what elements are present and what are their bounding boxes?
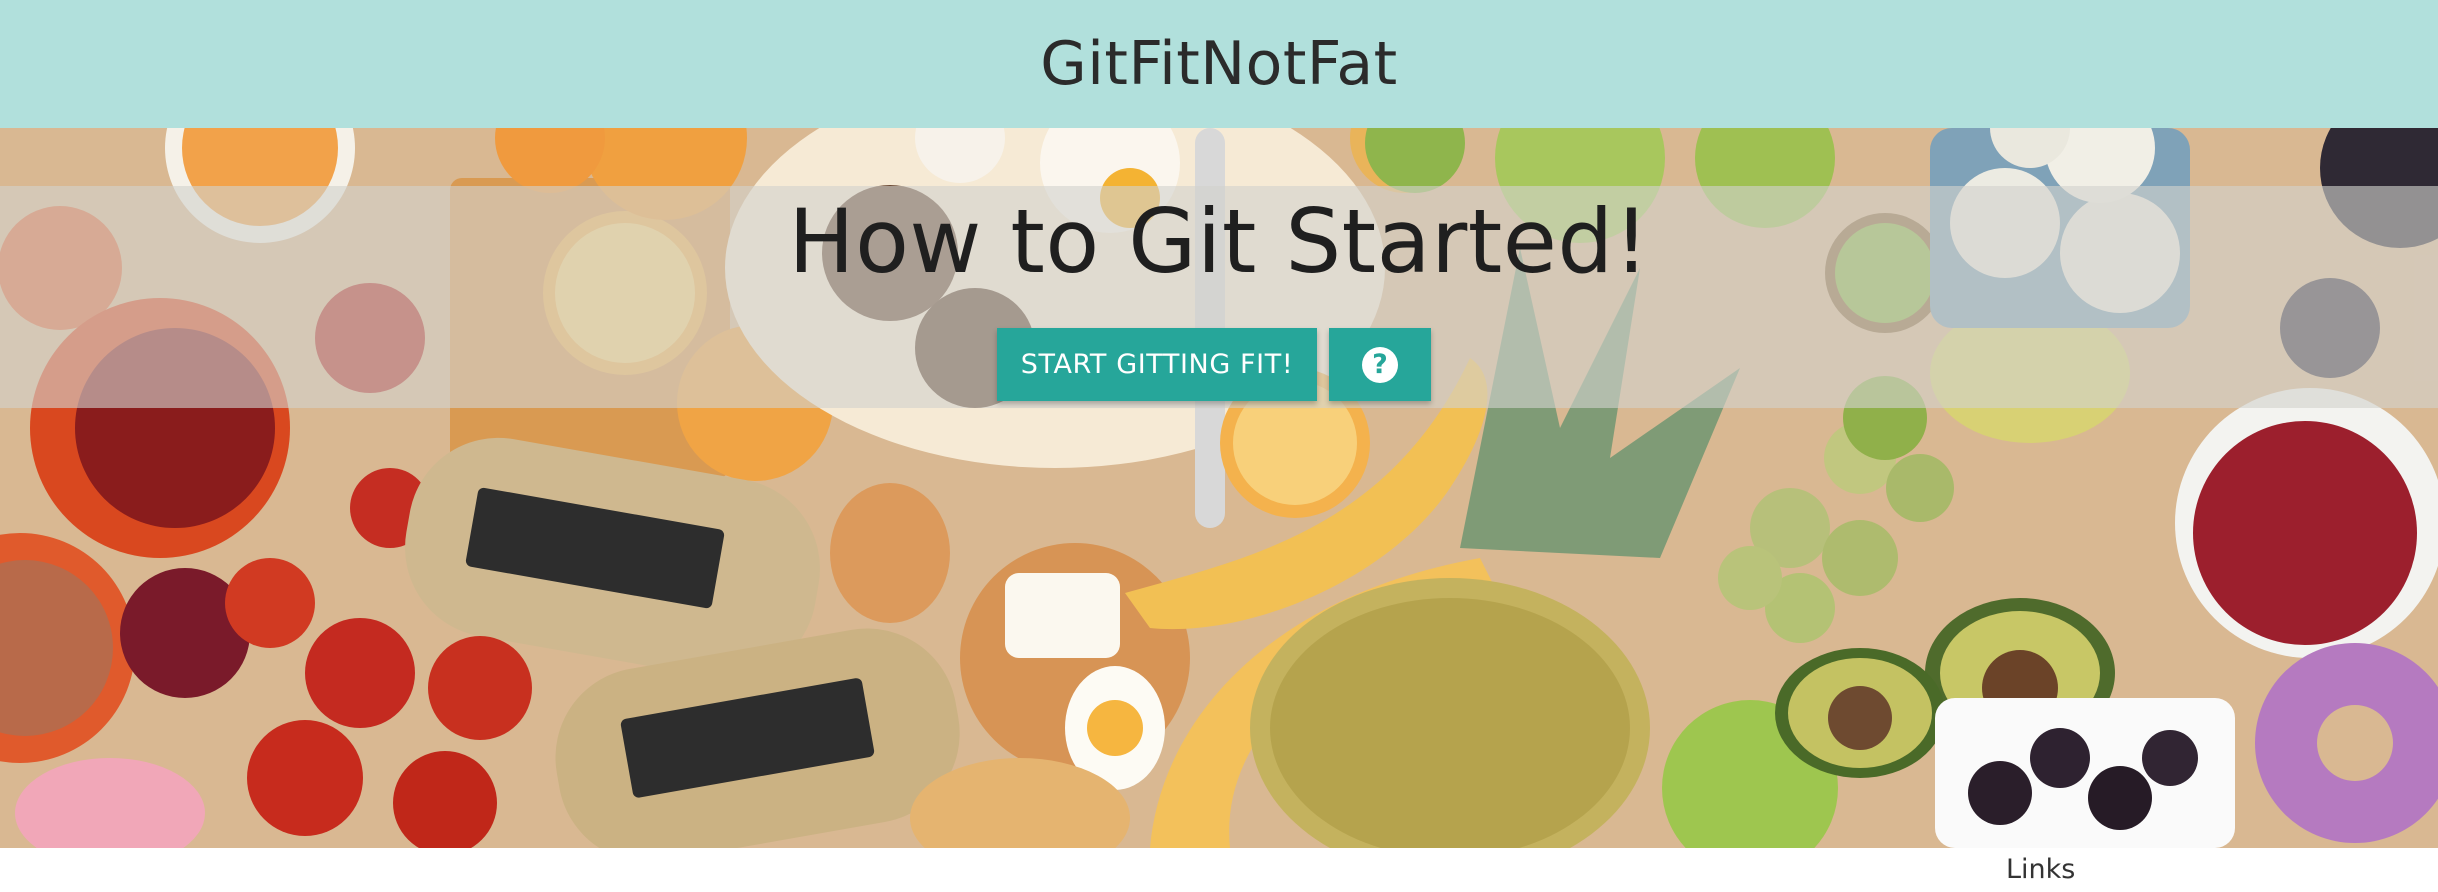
start-gitting-fit-button[interactable]: START GITTING FIT! xyxy=(997,328,1317,401)
hero-section: How to Git Started! START GITTING FIT! ? xyxy=(0,128,2438,848)
navbar: GitFitNotFat xyxy=(0,0,2438,128)
help-circle-icon: ? xyxy=(1362,346,1398,383)
footer-links-heading: Links xyxy=(2006,854,2076,885)
brand-logo-text[interactable]: GitFitNotFat xyxy=(1040,29,1397,99)
hero-title: How to Git Started! xyxy=(788,190,1650,293)
help-button[interactable]: ? xyxy=(1329,328,1431,401)
